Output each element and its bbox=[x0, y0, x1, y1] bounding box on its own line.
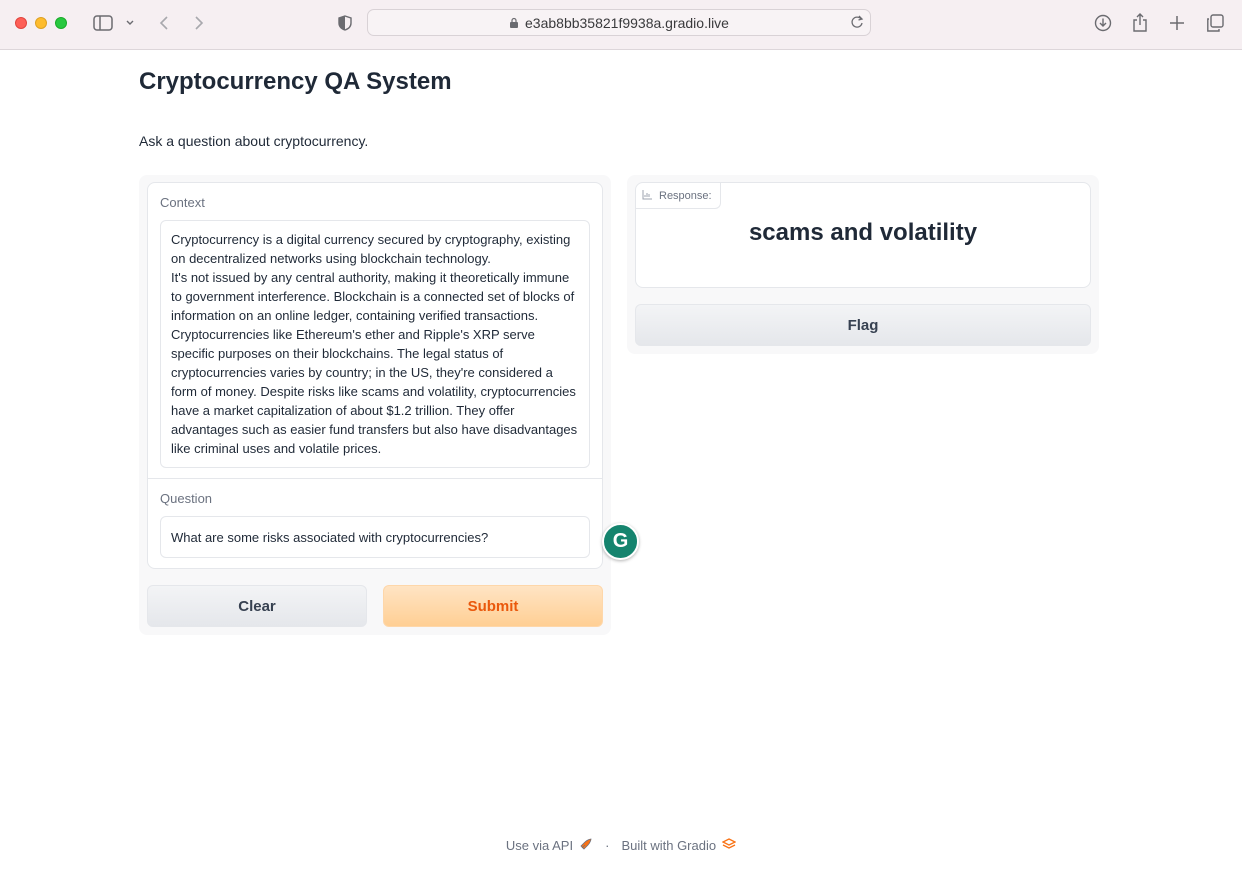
footer-separator: · bbox=[605, 838, 610, 853]
footer: Use via API · Built with Gradio bbox=[0, 837, 1242, 854]
input-form: Context Cryptocurrency is a digital curr… bbox=[147, 182, 603, 569]
forward-icon[interactable] bbox=[191, 12, 207, 34]
url-text: e3ab8bb35821f9938a.gradio.live bbox=[525, 14, 729, 31]
downloads-icon[interactable] bbox=[1093, 12, 1113, 34]
response-box: Response: scams and volatility bbox=[635, 182, 1091, 288]
use-via-api-link[interactable]: Use via API bbox=[506, 838, 573, 853]
context-label: Context bbox=[160, 195, 205, 210]
response-label-text: Response: bbox=[659, 189, 712, 202]
sidebar-icon[interactable] bbox=[92, 12, 114, 34]
context-textarea[interactable]: Cryptocurrency is a digital currency sec… bbox=[160, 220, 590, 468]
minimize-window-button[interactable] bbox=[35, 17, 47, 29]
response-label: Response: bbox=[636, 183, 721, 209]
field-divider bbox=[148, 478, 602, 479]
chevron-down-icon[interactable] bbox=[124, 12, 136, 34]
close-window-button[interactable] bbox=[15, 17, 27, 29]
output-panel: Response: scams and volatility Flag bbox=[627, 175, 1099, 354]
clear-button[interactable]: Clear bbox=[147, 585, 367, 627]
submit-button[interactable]: Submit bbox=[383, 585, 603, 627]
browser-toolbar: e3ab8bb35821f9938a.gradio.live bbox=[0, 0, 1242, 50]
page-title: Cryptocurrency QA System bbox=[139, 68, 452, 95]
new-tab-icon[interactable] bbox=[1167, 12, 1187, 34]
question-input[interactable]: What are some risks associated with cryp… bbox=[160, 516, 590, 558]
textbox-icon bbox=[642, 189, 653, 203]
built-with-gradio-link[interactable]: Built with Gradio bbox=[621, 838, 716, 853]
page-description: Ask a question about cryptocurrency. bbox=[139, 133, 369, 149]
privacy-shield-icon[interactable] bbox=[336, 12, 354, 34]
lock-icon bbox=[509, 17, 519, 29]
response-text: scams and volatility bbox=[748, 219, 978, 246]
flag-button[interactable]: Flag bbox=[635, 304, 1091, 346]
share-icon[interactable] bbox=[1130, 12, 1150, 34]
input-panel: Context Cryptocurrency is a digital curr… bbox=[139, 175, 611, 635]
question-label: Question bbox=[160, 491, 213, 506]
back-icon[interactable] bbox=[156, 12, 172, 34]
grammarly-letter: G bbox=[612, 530, 629, 552]
rocket-icon bbox=[579, 837, 593, 854]
reload-icon[interactable] bbox=[850, 14, 864, 30]
gradio-logo-icon bbox=[721, 838, 737, 853]
grammarly-icon[interactable]: G bbox=[602, 523, 639, 560]
address-bar[interactable]: e3ab8bb35821f9938a.gradio.live bbox=[367, 9, 871, 36]
tab-overview-icon[interactable] bbox=[1204, 12, 1226, 34]
zoom-window-button[interactable] bbox=[55, 17, 67, 29]
